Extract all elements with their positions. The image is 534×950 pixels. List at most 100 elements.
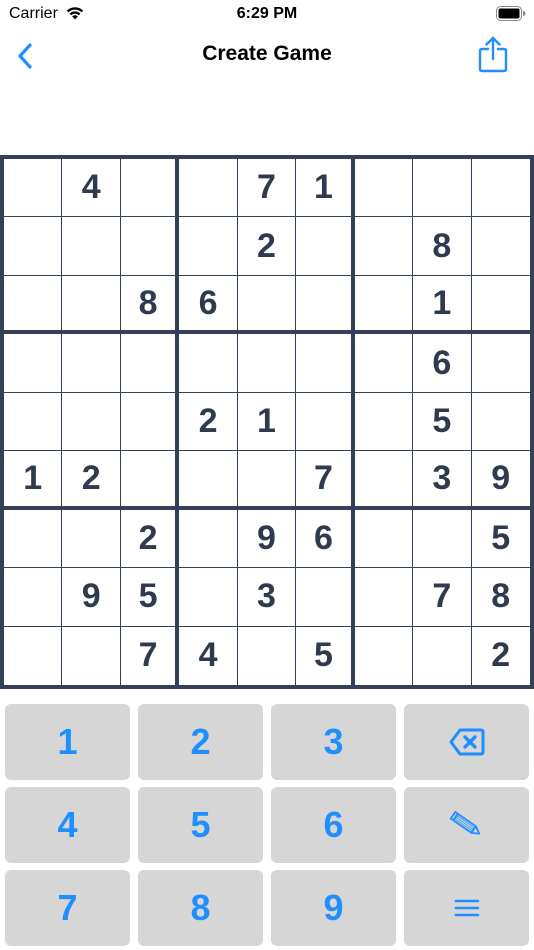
pencil-icon (449, 810, 480, 835)
board-cell[interactable] (4, 509, 63, 569)
screen: Carrier 6:29 PM Create Game 4 7 1 2 8 8 … (0, 0, 534, 950)
key-3[interactable]: 3 (271, 704, 396, 780)
board-cell[interactable] (354, 217, 414, 276)
board-cell[interactable]: 7 (237, 159, 297, 218)
chevron-left-icon (18, 43, 32, 69)
board-cell[interactable] (179, 509, 238, 569)
board-cell[interactable] (179, 451, 238, 510)
board-cell[interactable] (237, 275, 297, 335)
board-cell[interactable] (354, 626, 414, 685)
board-cell[interactable] (296, 275, 355, 335)
board-cell[interactable] (471, 334, 530, 393)
page-title: Create Game (202, 42, 332, 65)
board-cell[interactable]: 7 (296, 451, 355, 510)
board-cell[interactable] (354, 392, 414, 452)
board-cell[interactable] (296, 392, 355, 452)
board-cell[interactable]: 2 (62, 451, 121, 510)
board-cell[interactable] (413, 159, 472, 218)
back-button[interactable] (8, 38, 44, 74)
board-cell[interactable] (4, 568, 63, 627)
pencil-button[interactable] (404, 787, 529, 863)
board-cell[interactable] (120, 334, 180, 393)
board-cell[interactable]: 3 (413, 451, 472, 510)
board-cell[interactable] (471, 217, 530, 276)
board-cell[interactable]: 6 (179, 275, 238, 335)
key-7[interactable]: 7 (5, 870, 130, 946)
board-cell[interactable]: 4 (62, 159, 121, 218)
board-cell[interactable] (296, 568, 355, 627)
board-cell[interactable] (413, 509, 472, 569)
board-cell[interactable] (237, 334, 297, 393)
board-cell[interactable]: 7 (120, 626, 180, 685)
board-cell[interactable]: 1 (237, 392, 297, 452)
board-cell[interactable] (471, 392, 530, 452)
board-cell[interactable] (179, 159, 238, 218)
board-cell[interactable] (354, 568, 414, 627)
board-cell[interactable]: 5 (296, 626, 355, 685)
board-cell[interactable]: 2 (237, 217, 297, 276)
board-cell[interactable]: 4 (179, 626, 238, 685)
board-cell[interactable] (471, 275, 530, 335)
board-cell[interactable] (296, 217, 355, 276)
board-cell[interactable]: 5 (413, 392, 472, 452)
board-cell[interactable]: 3 (237, 568, 297, 627)
key-4[interactable]: 4 (5, 787, 130, 863)
key-8[interactable]: 8 (138, 870, 263, 946)
board-cell[interactable]: 1 (413, 275, 472, 335)
board-cell[interactable]: 2 (179, 392, 238, 452)
board-cell[interactable] (120, 392, 180, 452)
board-cell[interactable]: 8 (120, 275, 180, 335)
board-cell[interactable] (296, 334, 355, 393)
board-cell[interactable] (237, 451, 297, 510)
board-cell[interactable]: 5 (471, 509, 530, 569)
board-cell[interactable] (237, 626, 297, 685)
board-cell[interactable]: 2 (120, 509, 180, 569)
board-cell[interactable]: 6 (413, 334, 472, 393)
board-cell[interactable] (4, 159, 63, 218)
board-cell[interactable] (4, 626, 63, 685)
board-cell[interactable] (413, 626, 472, 685)
board-cell[interactable] (62, 392, 121, 452)
key-2[interactable]: 2 (138, 704, 263, 780)
share-button[interactable] (476, 34, 510, 74)
board-cell[interactable] (120, 159, 180, 218)
board-cell[interactable]: 5 (120, 568, 180, 627)
board-cell[interactable]: 2 (471, 626, 530, 685)
key-6[interactable]: 6 (271, 787, 396, 863)
board-cell[interactable] (179, 568, 238, 627)
board-cell[interactable] (179, 217, 238, 276)
board-cell[interactable]: 9 (237, 509, 297, 569)
board-cell[interactable] (62, 626, 121, 685)
board-cell[interactable] (62, 509, 121, 569)
board-cell[interactable] (62, 275, 121, 335)
board-cell[interactable]: 9 (471, 451, 530, 510)
board-cell[interactable]: 1 (4, 451, 63, 510)
board-cell[interactable] (354, 451, 414, 510)
board-cell[interactable] (354, 509, 414, 569)
board-cell[interactable]: 8 (413, 217, 472, 276)
key-9[interactable]: 9 (271, 870, 396, 946)
board-cell[interactable]: 7 (413, 568, 472, 627)
board-cell[interactable] (354, 159, 414, 218)
key-1[interactable]: 1 (5, 704, 130, 780)
board-cell[interactable] (354, 334, 414, 393)
key-5[interactable]: 5 (138, 787, 263, 863)
board-cell[interactable]: 1 (296, 159, 355, 218)
board-cell[interactable] (4, 217, 63, 276)
board-cell[interactable] (471, 159, 530, 218)
board-cell[interactable]: 6 (296, 509, 355, 569)
board-cell[interactable] (120, 451, 180, 510)
board-cell[interactable] (4, 334, 63, 393)
board-cell[interactable] (4, 392, 63, 452)
board-cell[interactable] (4, 275, 63, 335)
board-cell[interactable] (120, 217, 180, 276)
board-cell[interactable]: 9 (62, 568, 121, 627)
board-cell[interactable] (179, 334, 238, 393)
board-cell[interactable] (354, 275, 414, 335)
board-cell[interactable]: 8 (471, 568, 530, 627)
board-cell[interactable] (62, 217, 121, 276)
board-cell[interactable] (62, 334, 121, 393)
delete-button[interactable] (404, 704, 529, 780)
nav-bar: Create Game (0, 30, 534, 78)
menu-button[interactable] (404, 870, 529, 946)
